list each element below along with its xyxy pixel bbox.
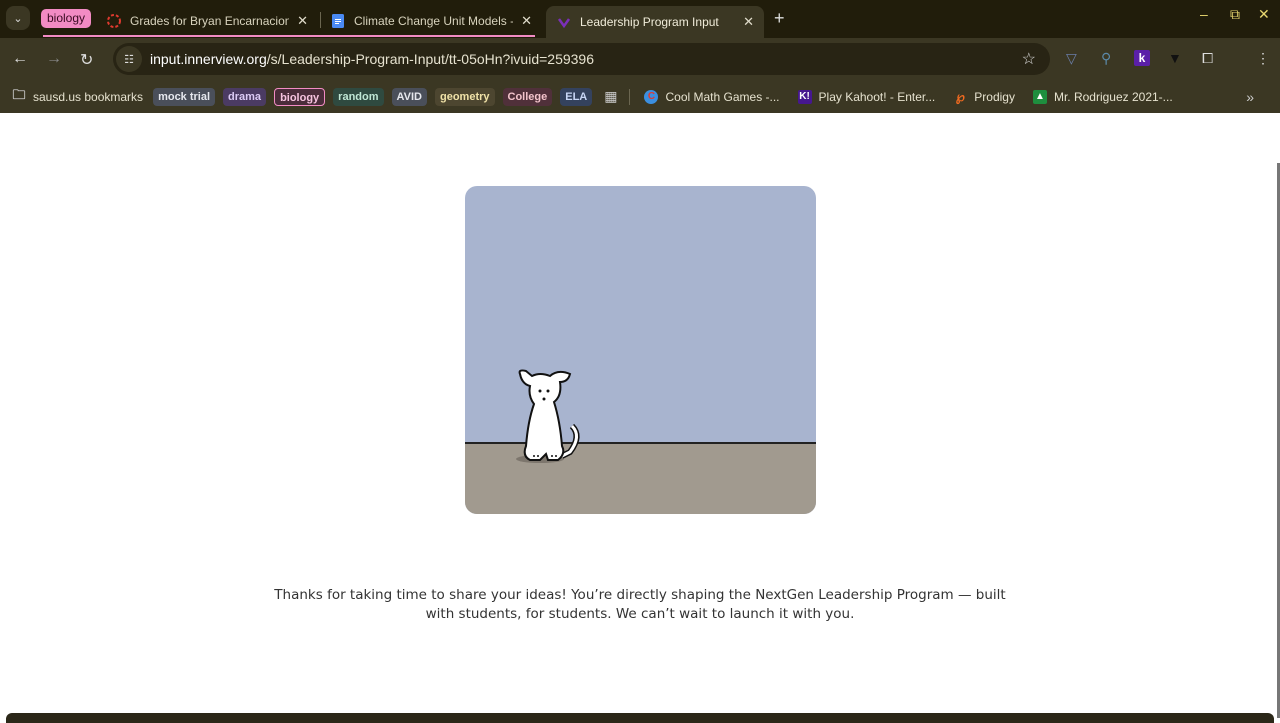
google-classroom-icon: ▲ [1032, 89, 1047, 104]
dog-icon [516, 369, 580, 463]
tab-climate[interactable]: Climate Change Unit Models - G ✕ [320, 6, 542, 36]
minimize-button[interactable]: – [1200, 6, 1208, 22]
bookmark-folder-sausd[interactable]: 🗀 sausd.us bookmarks [12, 86, 143, 104]
kami-extension-icon[interactable]: k [1134, 50, 1150, 66]
bookmark-kahoot[interactable]: K! Play Kahoot! - Enter... [797, 89, 935, 104]
prodigy-icon: ℘ [955, 88, 965, 104]
bookmark-classroom[interactable]: ▲ Mr. Rodriguez 2021-... [1032, 89, 1173, 104]
bookmark-group-geometry[interactable]: geometry [434, 87, 495, 106]
tab-grades[interactable]: Grades for Bryan Encarnacion 2 ✕ [96, 6, 318, 36]
more-bookmarks-icon[interactable]: » [1246, 89, 1254, 105]
bookmarks-divider [629, 88, 631, 105]
site-info-icon[interactable]: ☷ [116, 46, 142, 72]
close-icon[interactable]: ✕ [743, 14, 754, 30]
shield-extension-icon[interactable]: ▽ [1066, 50, 1077, 67]
close-window-button[interactable]: ✕ [1258, 6, 1270, 23]
bookmark-star-icon[interactable]: ☆ [1022, 49, 1036, 69]
close-icon[interactable]: ✕ [521, 13, 532, 29]
new-tab-button[interactable]: + [774, 8, 785, 29]
vpn-extension-icon[interactable]: ▼ [1168, 50, 1182, 66]
bookmark-group-college[interactable]: College [502, 87, 553, 106]
back-button[interactable]: ← [12, 50, 28, 68]
tab-leadership[interactable]: Leadership Program Input ✕ [546, 6, 764, 38]
bookmark-prodigy[interactable]: ℘ Prodigy [953, 88, 1015, 104]
bookmarks-bar: 🗀 sausd.us bookmarks mock trial drama bio… [0, 80, 1280, 113]
bookmark-group-ela[interactable]: ELA [560, 87, 593, 106]
address-bar[interactable]: ☷ input.innerview.org/s/Leadership-Progr… [113, 43, 1050, 75]
restore-button[interactable]: ⧉ [1230, 6, 1240, 23]
menu-icon[interactable]: ⋮ [1256, 50, 1270, 67]
bookmark-coolmath[interactable]: C Cool Math Games -... [644, 89, 780, 104]
kahoot-icon: K! [797, 89, 812, 104]
bottom-bar [6, 713, 1274, 723]
apps-grid-icon[interactable]: ▦ [604, 88, 617, 105]
tab-search-button[interactable]: ⌄ [6, 6, 30, 30]
bookmark-group-biology[interactable]: biology [274, 87, 326, 106]
url-text[interactable]: input.innerview.org/s/Leadership-Program… [150, 51, 594, 67]
folder-icon: 🗀 [12, 86, 26, 102]
bookmark-group-drama[interactable]: drama [223, 87, 267, 106]
bookmark-group-random[interactable]: random [333, 87, 384, 106]
bookmark-group-avid[interactable]: AVID [391, 87, 427, 106]
coolmath-icon: C [644, 89, 659, 104]
close-icon[interactable]: ✕ [297, 13, 308, 29]
thank-you-message: Thanks for taking time to share your ide… [274, 587, 1006, 622]
tab-strip: ⌄ biology Grades for Bryan Encarnacion 2… [0, 0, 1280, 38]
bookmark-group-mock-trial[interactable]: mock trial [153, 87, 216, 106]
tab-group-biology[interactable]: biology [41, 9, 92, 28]
canvas-icon [107, 14, 121, 28]
mic-extension-icon[interactable]: ⚲ [1101, 50, 1111, 67]
dog-illustration [465, 186, 816, 514]
reload-button[interactable]: ↻ [80, 50, 93, 70]
forward-button[interactable]: → [46, 50, 62, 68]
extensions-icon[interactable]: ⧠ [1202, 50, 1213, 67]
innerview-icon [557, 18, 571, 29]
google-docs-icon [332, 14, 344, 28]
